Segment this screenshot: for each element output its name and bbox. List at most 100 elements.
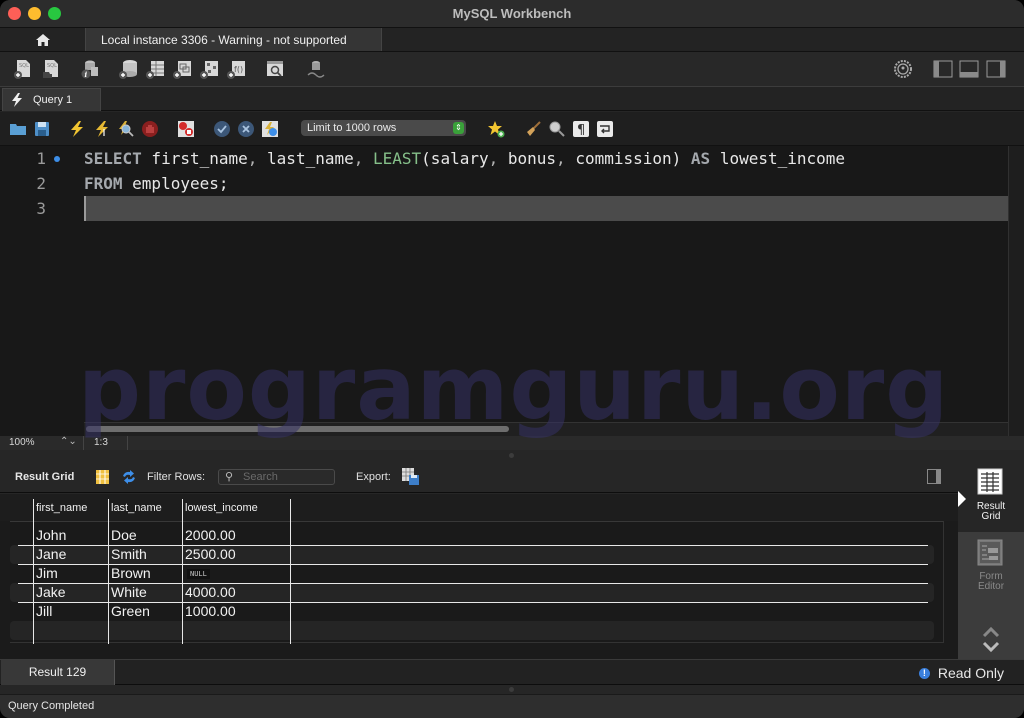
beautify-icon[interactable] bbox=[524, 120, 542, 138]
filter-rows-label: Filter Rows: bbox=[147, 471, 206, 483]
row-stripe bbox=[10, 621, 934, 640]
panel-scroll-chevrons-icon[interactable] bbox=[981, 626, 1001, 654]
result-tab-bar: Result 129 ! Read Only bbox=[0, 659, 1024, 685]
splitter-handle[interactable] bbox=[509, 687, 514, 692]
toggle-result-panel-icon[interactable] bbox=[927, 469, 941, 484]
identifier: bonus bbox=[498, 149, 557, 168]
cell-last-name[interactable]: Brown bbox=[111, 565, 151, 581]
invisible-chars-icon[interactable]: ¶ bbox=[572, 120, 590, 138]
keyword: FROM bbox=[84, 174, 123, 193]
svg-text:SQL: SQL bbox=[47, 63, 57, 69]
cell-lowest-income[interactable]: 1000.00 bbox=[185, 603, 236, 619]
export-icon[interactable] bbox=[402, 468, 420, 485]
refresh-icon[interactable] bbox=[121, 470, 137, 484]
commit-icon[interactable] bbox=[213, 120, 231, 138]
toggle-output-panel-icon[interactable] bbox=[958, 58, 980, 80]
editor-results-splitter[interactable] bbox=[0, 450, 1024, 460]
execute-current-icon[interactable] bbox=[93, 120, 111, 138]
rollback-icon[interactable] bbox=[237, 120, 255, 138]
svg-text:f(): f() bbox=[234, 65, 243, 74]
line-number-gutter: 1 2 3 bbox=[0, 146, 80, 436]
stop-icon[interactable] bbox=[141, 120, 159, 138]
cell-lowest-income[interactable]: 4000.00 bbox=[185, 584, 236, 600]
cell-first-name[interactable]: Jim bbox=[36, 565, 58, 581]
identifier: (salary bbox=[421, 149, 489, 168]
schema-inspector-icon[interactable]: i bbox=[78, 58, 100, 80]
connection-tab-bar: Local instance 3306 - Warning - not supp… bbox=[0, 28, 1024, 52]
info-icon: ! bbox=[918, 667, 930, 679]
filter-rows-search-input[interactable]: ⚲ Search bbox=[218, 469, 335, 485]
cell-first-name[interactable]: Jill bbox=[36, 603, 52, 619]
create-schema-icon[interactable] bbox=[117, 58, 139, 80]
title-bar: MySQL Workbench bbox=[0, 0, 1024, 28]
tab-query-1[interactable]: Query 1 bbox=[2, 88, 101, 111]
toggle-secondary-sidebar-icon[interactable] bbox=[985, 58, 1007, 80]
column-header-lowest-income[interactable]: lowest_income bbox=[185, 502, 258, 514]
autocommit-icon[interactable] bbox=[261, 120, 279, 138]
output-splitter[interactable] bbox=[0, 685, 1024, 694]
execute-icon[interactable] bbox=[68, 120, 86, 138]
current-line-highlight bbox=[84, 196, 1008, 221]
line-number: 3 bbox=[36, 199, 46, 218]
column-header-first-name[interactable]: first_name bbox=[36, 502, 87, 514]
create-view-icon[interactable] bbox=[171, 58, 193, 80]
editor-horizontal-scrollbar[interactable] bbox=[84, 422, 1008, 436]
create-function-icon[interactable]: f() bbox=[225, 58, 247, 80]
export-label: Export: bbox=[356, 471, 391, 483]
new-sql-tab-icon[interactable]: SQL bbox=[12, 58, 34, 80]
identifier: employees; bbox=[122, 174, 229, 193]
search-placeholder: Search bbox=[243, 471, 278, 483]
result-grid-label: Result Grid bbox=[15, 471, 75, 483]
connection-tab-local-instance[interactable]: Local instance 3306 - Warning - not supp… bbox=[85, 28, 382, 51]
svg-text:SQL: SQL bbox=[19, 63, 29, 69]
main-toolbar: SQL SQL i f() bbox=[0, 52, 1024, 87]
find-icon[interactable] bbox=[548, 120, 566, 138]
column-divider bbox=[290, 499, 291, 644]
column-layout-icon[interactable] bbox=[96, 470, 109, 484]
zoom-level[interactable]: 100% bbox=[9, 437, 35, 448]
explain-icon[interactable] bbox=[117, 120, 135, 138]
home-tab[interactable] bbox=[0, 28, 85, 51]
horizontal-scroll-thumb[interactable] bbox=[86, 426, 509, 432]
status-bar: Query Completed bbox=[0, 694, 1024, 718]
editor-vertical-scrollbar[interactable] bbox=[1008, 146, 1024, 436]
toggle-error-stop-icon[interactable] bbox=[177, 120, 195, 138]
zoom-stepper-icon[interactable]: ⌃⌄ bbox=[60, 436, 77, 447]
cell-lowest-income[interactable]: 2000.00 bbox=[185, 527, 236, 543]
save-icon[interactable] bbox=[33, 120, 51, 138]
identifier: commission) bbox=[565, 149, 682, 168]
keyword: AS bbox=[681, 149, 711, 168]
side-item-label: Form Editor bbox=[977, 571, 1005, 592]
add-snippet-icon[interactable] bbox=[487, 120, 505, 138]
column-divider bbox=[33, 499, 34, 644]
cell-last-name[interactable]: Green bbox=[111, 603, 150, 619]
cell-first-name[interactable]: John bbox=[36, 527, 66, 543]
cell-last-name[interactable]: White bbox=[111, 584, 147, 600]
wrap-lines-icon[interactable] bbox=[596, 120, 614, 138]
create-procedure-icon[interactable] bbox=[198, 58, 220, 80]
tab-result-129[interactable]: Result 129 bbox=[1, 660, 115, 685]
column-header-last-name[interactable]: last_name bbox=[111, 502, 162, 514]
line-number: 2 bbox=[36, 174, 46, 193]
limit-rows-select[interactable]: Limit to 1000 rows ⇕ bbox=[301, 120, 466, 136]
row-divider bbox=[18, 545, 928, 546]
open-sql-script-icon[interactable]: SQL bbox=[40, 58, 62, 80]
row-divider bbox=[18, 564, 928, 565]
cell-first-name[interactable]: Jane bbox=[36, 546, 66, 562]
toggle-sidebar-icon[interactable] bbox=[932, 58, 954, 80]
cell-null-badge[interactable]: NULL bbox=[187, 569, 210, 579]
cell-last-name[interactable]: Smith bbox=[111, 546, 147, 562]
create-table-icon[interactable] bbox=[144, 58, 166, 80]
cell-lowest-income[interactable]: 2500.00 bbox=[185, 546, 236, 562]
column-divider bbox=[182, 499, 183, 644]
cell-last-name[interactable]: Doe bbox=[111, 527, 137, 543]
sql-editor[interactable]: 1 2 3 SELECT first_name, last_name, LEAS… bbox=[0, 146, 1024, 436]
settings-gear-icon[interactable] bbox=[892, 58, 914, 80]
select-stepper-icon: ⇕ bbox=[453, 122, 464, 134]
open-file-icon[interactable] bbox=[9, 120, 27, 138]
reconnect-icon[interactable] bbox=[304, 58, 326, 80]
splitter-handle[interactable] bbox=[509, 453, 514, 458]
search-table-data-icon[interactable] bbox=[264, 58, 286, 80]
cell-first-name[interactable]: Jake bbox=[36, 584, 66, 600]
side-item-result-grid[interactable]: Result Grid bbox=[958, 460, 1024, 532]
